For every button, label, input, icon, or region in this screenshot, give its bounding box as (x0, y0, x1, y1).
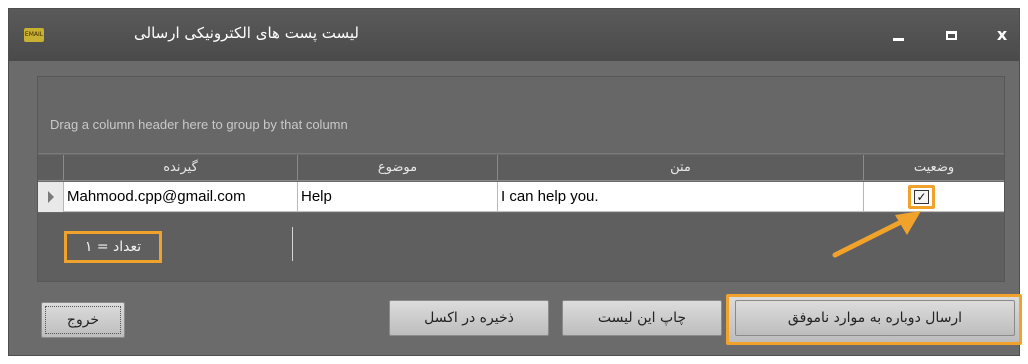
maximize-button[interactable] (936, 23, 966, 47)
email-app-icon: EMAIL (24, 28, 44, 42)
row-indicator-icon (47, 191, 54, 204)
exit-button[interactable]: خروج (41, 302, 125, 338)
minimize-button[interactable] (883, 23, 913, 47)
row-indicator[interactable] (38, 182, 64, 212)
group-by-panel[interactable]: Drag a column header here to group by th… (38, 77, 1004, 154)
row-count-label: تعداد = ۱ (64, 231, 162, 263)
checkbox-icon[interactable]: ✓ (914, 190, 929, 204)
close-icon: x (996, 25, 1008, 44)
header-indicator-cell (38, 155, 64, 181)
minimize-icon (892, 38, 904, 41)
footer-separator (292, 227, 293, 261)
group-by-hint: Drag a column header here to group by th… (50, 117, 348, 132)
column-header-subject[interactable]: موضوع (298, 155, 498, 181)
cell-subject[interactable]: Help (298, 182, 498, 212)
print-list-button[interactable]: چاپ این لیست (562, 300, 722, 336)
email-list-window: EMAIL لیست پست های الکترونیکی ارسالی x D… (8, 8, 1022, 356)
resend-failed-button[interactable]: ارسال دوباره به موارد ناموفق (735, 300, 1015, 336)
window-title: لیست پست های الکترونیکی ارسالی (134, 24, 359, 42)
column-header-recipient[interactable]: گیرنده (64, 155, 298, 181)
column-header-text[interactable]: متن (498, 155, 864, 181)
cell-recipient[interactable]: Mahmood.cpp@gmail.com (64, 182, 298, 212)
title-bar[interactable]: EMAIL لیست پست های الکترونیکی ارسالی x (9, 9, 1019, 61)
column-header-status[interactable]: وضعیت (864, 155, 1004, 181)
exit-button-label: خروج (45, 306, 121, 334)
save-excel-button[interactable]: ذخیره در اکسل (389, 300, 549, 336)
maximize-icon (945, 31, 957, 40)
grid-header-row: گیرنده موضوع متن وضعیت (38, 155, 1004, 181)
pointer-arrow-icon (832, 211, 921, 258)
cell-text[interactable]: I can help you. (498, 182, 864, 212)
close-button[interactable]: x (987, 23, 1017, 47)
